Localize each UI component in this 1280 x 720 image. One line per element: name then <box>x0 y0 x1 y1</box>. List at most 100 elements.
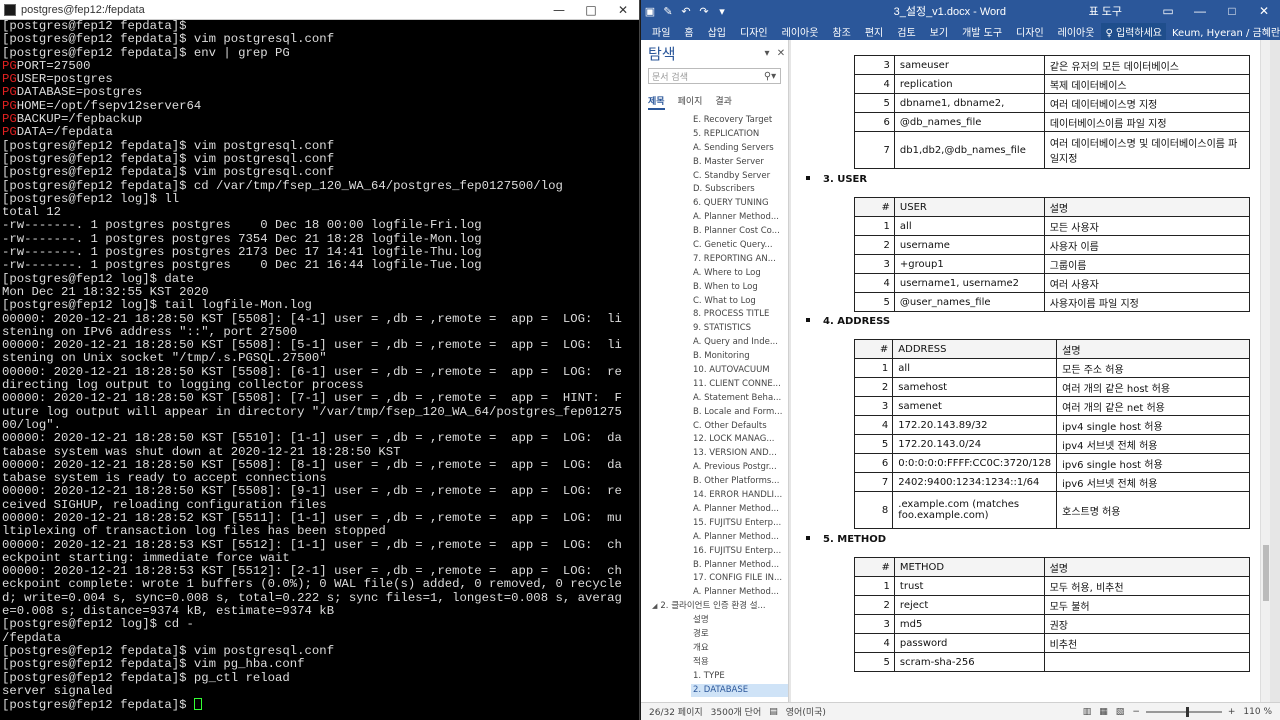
table-cell[interactable]: +group1 <box>893 254 1045 274</box>
table-cell[interactable]: 1 <box>853 358 894 378</box>
ribbon-tab[interactable]: 레이아웃 <box>775 24 826 39</box>
zoom-out-icon[interactable]: − <box>1132 707 1140 717</box>
terminal-output[interactable]: [postgres@fep12 fepdata]$ [postgres@fep12… <box>2 20 639 720</box>
customize-toolbar-icon[interactable]: ▾ <box>713 5 731 18</box>
close-button[interactable]: ✕ <box>607 3 639 17</box>
table-cell[interactable]: 모두 허용, 비추천 <box>1043 576 1251 596</box>
table-cell[interactable]: 2 <box>854 235 895 255</box>
table-cell[interactable]: 6 <box>854 112 895 132</box>
nav-heading-item[interactable]: A. Query and Inde... <box>641 336 788 350</box>
nav-heading-item[interactable]: 1. TYPE <box>641 670 788 684</box>
document-page[interactable]: 3 sameuser 같은 유저의 모든 데이터베이스 4 replication 복제 … <box>791 40 1265 702</box>
terminal-prompt-line[interactable]: [postgres@fep12 fepdata]$ <box>2 698 639 711</box>
table-cell[interactable]: 5 <box>854 292 895 312</box>
nav-heading-item[interactable]: C. What to Log <box>641 295 788 309</box>
table-cell[interactable]: 복제 데이터베이스 <box>1043 74 1251 94</box>
table-cell[interactable]: 모든 사용자 <box>1043 216 1251 236</box>
nav-close-icon[interactable]: ✕ <box>774 48 788 59</box>
table-cell[interactable]: 7 <box>854 131 895 169</box>
user-table[interactable]: # USER 설명 1 all 모든 사용자 2 username 사용자 이름 3 +group1… <box>854 197 1251 312</box>
nav-heading-item[interactable]: 7. REPORTING AN... <box>641 253 788 267</box>
nav-tab-results[interactable]: 결과 <box>715 94 732 110</box>
table-cell[interactable] <box>1043 652 1251 672</box>
nav-heading-item[interactable]: 8. PROCESS TITLE <box>641 308 788 322</box>
nav-heading-item[interactable]: A. Planner Method... <box>641 211 788 225</box>
ribbon-tab[interactable]: 참조 <box>825 24 857 39</box>
table-cell[interactable]: 여러 개의 같은 net 허용 <box>1056 396 1250 416</box>
nav-tab-pages[interactable]: 페이지 <box>678 94 703 110</box>
table-cell[interactable]: 4 <box>854 273 895 293</box>
word-window[interactable]: ▣ ✎ ↶ ↷ ▾ 3_설정_v1.docx - Word 표 도구 ▭ — □… <box>641 0 1280 720</box>
table-cell[interactable]: 호스트명 허용 <box>1056 491 1250 529</box>
ribbon-tab[interactable]: 보기 <box>923 24 955 39</box>
word-titlebar[interactable]: ▣ ✎ ↶ ↷ ▾ 3_설정_v1.docx - Word 표 도구 ▭ — □… <box>641 0 1280 22</box>
print-layout-icon[interactable]: ▦ <box>1099 707 1108 717</box>
table-cell[interactable]: @user_names_file <box>893 292 1045 312</box>
table-cell[interactable]: 1 <box>854 576 895 596</box>
undo-icon[interactable]: ↶ <box>677 5 695 18</box>
terminal-titlebar[interactable]: postgres@fep12:/fepdata — □ ✕ <box>0 0 639 20</box>
table-cell[interactable]: replication <box>893 74 1045 94</box>
nav-heading-item[interactable]: 15. FUJITSU Enterp... <box>641 517 788 531</box>
read-mode-icon[interactable]: ▥ <box>1083 707 1092 717</box>
zoom-level[interactable]: 110 % <box>1243 707 1272 717</box>
proofing-icon[interactable]: ▤ <box>769 707 778 717</box>
nav-heading-item[interactable]: C. Standby Server <box>641 170 788 184</box>
nav-heading-item[interactable]: A. Sending Servers <box>641 142 788 156</box>
table-cell[interactable]: all <box>893 216 1045 236</box>
table-header-cell[interactable]: 설명 <box>1043 557 1251 577</box>
nav-heading-item[interactable]: B. Monitoring <box>641 350 788 364</box>
table-cell[interactable]: 4 <box>853 415 894 435</box>
document-area[interactable]: 3 sameuser 같은 유저의 모든 데이터베이스 4 replication 복제 … <box>791 40 1270 702</box>
word-count[interactable]: 3500개 단어 <box>711 705 762 718</box>
search-icon[interactable]: ⚲▾ <box>760 71 780 82</box>
maximize-button[interactable]: □ <box>575 3 607 17</box>
table-cell[interactable]: samenet <box>892 396 1058 416</box>
table-cell[interactable]: 모든 주소 허용 <box>1056 358 1250 378</box>
nav-heading-item[interactable]: 12. LOCK MANAG... <box>641 433 788 447</box>
nav-heading-item[interactable]: D. Subscribers <box>641 183 788 197</box>
ribbon-tab[interactable]: 검토 <box>890 24 922 39</box>
nav-tab-headings[interactable]: 제목 <box>648 94 665 110</box>
table-cell[interactable]: .example.com (matches foo.example.com) <box>892 491 1058 529</box>
table-cell[interactable]: 여러 개의 같은 host 허용 <box>1056 377 1250 397</box>
table-cell[interactable]: 0:0:0:0:0:FFFF:CC0C:3720/128 <box>892 453 1058 473</box>
nav-heading-item[interactable]: 5. REPLICATION <box>641 128 788 142</box>
table-cell[interactable]: all <box>892 358 1058 378</box>
terminal-window[interactable]: postgres@fep12:/fepdata — □ ✕ [postgres@… <box>0 0 640 720</box>
table-cell[interactable]: 3 <box>854 254 895 274</box>
table-cell[interactable]: 8 <box>853 491 894 529</box>
table-cell[interactable]: @db_names_file <box>893 112 1045 132</box>
nav-heading-item[interactable]: B. When to Log <box>641 281 788 295</box>
minimize-button[interactable]: — <box>543 3 575 17</box>
table-cell[interactable]: 여러 데이터베이스명 지정 <box>1043 93 1251 113</box>
pin-icon[interactable]: ✎ <box>659 5 677 18</box>
nav-heading-item[interactable]: 10. AUTOVACUUM <box>641 364 788 378</box>
table-header-cell[interactable]: # <box>854 557 895 577</box>
table-cell[interactable]: 그룹이름 <box>1043 254 1251 274</box>
table-cell[interactable]: 3 <box>853 396 894 416</box>
nav-heading-item[interactable]: B. Planner Cost Co... <box>641 225 788 239</box>
nav-heading-item[interactable]: 6. QUERY TUNING <box>641 197 788 211</box>
table-cell[interactable]: db1,db2,@db_names_file <box>893 131 1045 169</box>
save-icon[interactable]: ▣ <box>641 5 659 18</box>
nav-heading-item[interactable]: 개요 <box>641 642 788 656</box>
ribbon-tab[interactable]: 삽입 <box>701 24 733 39</box>
table-cell[interactable]: ipv6 서브넷 전체 허용 <box>1056 472 1250 492</box>
nav-heading-item[interactable]: 14. ERROR HANDLI... <box>641 489 788 503</box>
ribbon-display-icon[interactable]: ▭ <box>1152 4 1184 18</box>
table-header-cell[interactable]: METHOD <box>893 557 1045 577</box>
table-cell[interactable]: sameuser <box>893 55 1045 75</box>
table-cell[interactable]: username <box>893 235 1045 255</box>
nav-heading-item[interactable]: A. Planner Method... <box>641 503 788 517</box>
table-cell[interactable]: reject <box>893 595 1045 615</box>
table-cell[interactable]: 6 <box>853 453 894 473</box>
table-cell[interactable]: 2402:9400:1234:1234::1/64 <box>892 472 1058 492</box>
table-header-cell[interactable]: # <box>853 339 894 359</box>
nav-heading-item[interactable]: 16. FUJITSU Enterp... <box>641 545 788 559</box>
redo-icon[interactable]: ↷ <box>695 5 713 18</box>
table-cell[interactable]: 3 <box>854 55 895 75</box>
nav-heading-item[interactable]: B. Other Platforms... <box>641 475 788 489</box>
ribbon-tab[interactable]: 개발 도구 <box>955 24 1009 39</box>
table-cell[interactable]: scram-sha-256 <box>893 652 1045 672</box>
